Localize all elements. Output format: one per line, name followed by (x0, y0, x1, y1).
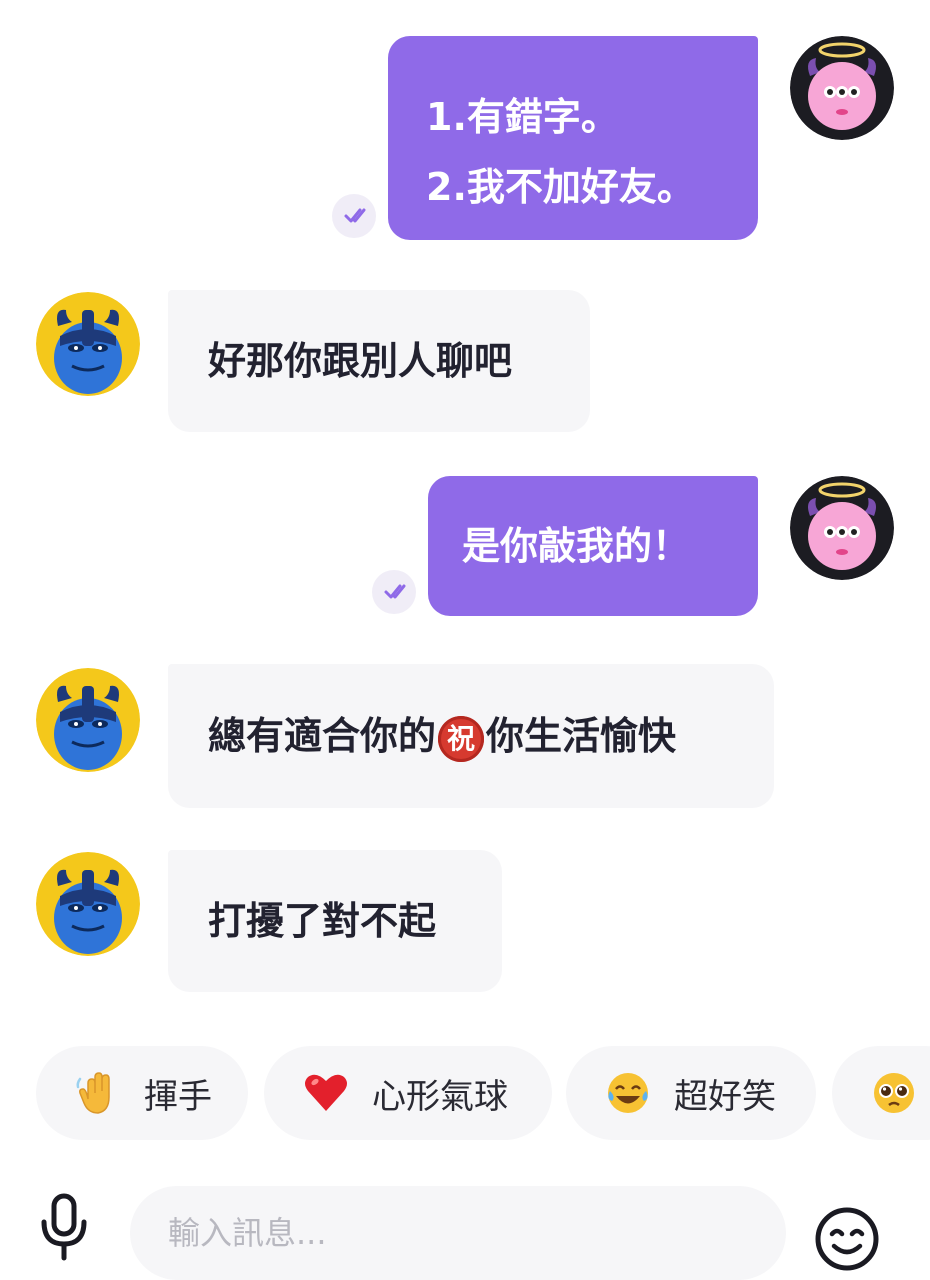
message-text: 是你敲我的！ (462, 524, 691, 568)
quick-reaction-wave[interactable]: 揮手 (36, 1046, 248, 1140)
message-bubble[interactable]: 1.有錯字。 2.我不加好友。 (388, 36, 758, 240)
pleading-face-icon (870, 1069, 918, 1117)
message-text: 打擾了對不起 (208, 899, 437, 943)
quick-reaction-bar[interactable]: 揮手 心形氣球 超好笑 (0, 1040, 930, 1144)
message-text: 總有適合你的 (208, 714, 437, 758)
chip-label: 超好笑 (674, 1076, 776, 1117)
message-bubble[interactable]: 好那你跟別人聊吧 (168, 290, 590, 432)
message-text: 2.我不加好友。 (426, 165, 695, 209)
message-bubble[interactable]: 總有適合你的祝你生活愉快 (168, 664, 774, 808)
message-text: 你生活愉快 (486, 714, 677, 758)
waving-hand-icon (74, 1069, 122, 1117)
self-avatar[interactable] (790, 36, 894, 140)
other-avatar[interactable] (36, 292, 140, 396)
message-composer: 輸入訊息... (0, 1168, 930, 1280)
quick-reaction-heart[interactable]: 心形氣球 (264, 1046, 552, 1140)
read-receipt-icon (372, 570, 416, 614)
read-receipt-icon (332, 194, 376, 238)
message-text: 好那你跟別人聊吧 (208, 339, 513, 383)
message-text: 1.有錯字。 (426, 95, 619, 139)
smiley-face-icon[interactable] (812, 1204, 882, 1274)
other-avatar[interactable] (36, 668, 140, 772)
quick-reaction-laugh[interactable]: 超好笑 (566, 1046, 816, 1140)
other-avatar[interactable] (36, 852, 140, 956)
blessing-badge-icon: 祝 (438, 715, 485, 762)
chip-label: 心形氣球 (372, 1076, 508, 1117)
message-bubble[interactable]: 是你敲我的！ (428, 476, 758, 616)
self-avatar[interactable] (790, 476, 894, 580)
chip-label: 揮手 (144, 1076, 212, 1117)
message-bubble[interactable]: 打擾了對不起 (168, 850, 502, 992)
tears-of-joy-icon (604, 1069, 652, 1117)
quick-reaction-pleading[interactable] (832, 1046, 930, 1140)
red-heart-icon (302, 1069, 350, 1117)
microphone-icon[interactable] (34, 1188, 94, 1268)
message-input[interactable]: 輸入訊息... (130, 1186, 786, 1280)
